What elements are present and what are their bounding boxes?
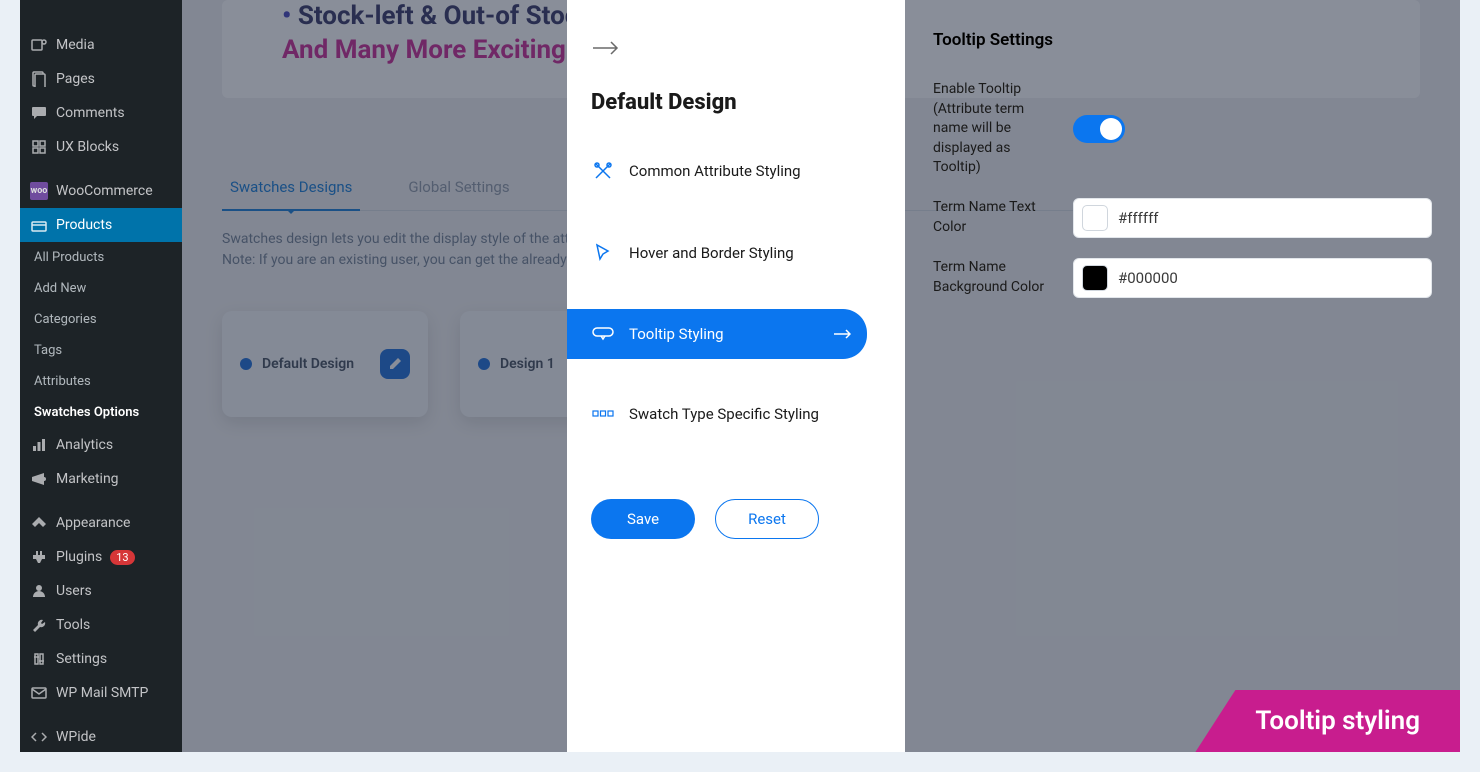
sidebar-item-wp-mail-smtp[interactable]: WP Mail SMTP (20, 676, 182, 710)
sidebar-label: Add New (34, 281, 86, 296)
plugins-count-badge: 13 (110, 550, 134, 565)
design-section-panel: Default Design Common Attribute Styling … (567, 0, 905, 752)
sidebar-label: Pages (56, 71, 95, 87)
sidebar-item-add-new[interactable]: Add New (20, 273, 182, 304)
setting-label: Enable Tooltip (Attribute term name will… (933, 80, 1053, 178)
sidebar-item-pages[interactable]: Pages (20, 62, 182, 96)
sidebar-label: Analytics (56, 437, 113, 453)
sidebar-label: UX Blocks (56, 139, 119, 155)
text-color-input[interactable] (1118, 209, 1423, 227)
sidebar-item-marketing[interactable]: Marketing (20, 462, 182, 496)
sidebar-item-tools[interactable]: Tools (20, 608, 182, 642)
cursor-icon (591, 243, 615, 263)
arrow-right-icon (591, 40, 619, 56)
sidebar-label: Media (56, 37, 95, 53)
sidebar-item-categories[interactable]: Categories (20, 304, 182, 335)
sidebar-label: WPide (56, 729, 96, 745)
section-common-attribute[interactable]: Common Attribute Styling (567, 145, 867, 197)
section-hover-border[interactable]: Hover and Border Styling (567, 227, 867, 279)
settings-icon (30, 650, 48, 668)
arrow-right-icon (833, 329, 851, 339)
sidebar-item-comments[interactable]: Comments (20, 96, 182, 130)
setting-label: Term Name Background Color (933, 258, 1053, 297)
sidebar-item-attributes[interactable]: Attributes (20, 366, 182, 397)
section-swatch-specific[interactable]: Swatch Type Specific Styling (567, 389, 867, 439)
sidebar-label: Marketing (56, 471, 119, 487)
mail-icon (30, 684, 48, 702)
sidebar-label: WooCommerce (56, 183, 153, 199)
sidebar-label: Users (56, 583, 92, 599)
code-icon (30, 728, 48, 746)
panel-title: Default Design (567, 66, 905, 145)
enable-tooltip-toggle[interactable] (1073, 115, 1125, 143)
sidebar-item-swatches-options[interactable]: Swatches Options (20, 397, 182, 428)
wp-admin-sidebar: Media Pages Comments UX Blocks woo WooCom… (20, 0, 182, 752)
section-label: Common Attribute Styling (629, 162, 801, 180)
setting-bg-color: Term Name Background Color (933, 258, 1432, 298)
media-icon (30, 36, 48, 54)
pages-icon (30, 70, 48, 88)
sidebar-label: WP Mail SMTP (56, 685, 148, 701)
tooltip-settings-panel: Tooltip Settings Enable Tooltip (Attribu… (905, 0, 1460, 752)
sidebar-label: Products (56, 217, 112, 233)
section-tooltip-styling[interactable]: Tooltip Styling (567, 309, 867, 359)
panel-title: Tooltip Settings (933, 30, 1432, 50)
appearance-icon (30, 514, 48, 532)
bg-color-input[interactable] (1118, 269, 1423, 287)
color-swatch[interactable] (1082, 205, 1108, 231)
sidebar-label: Tags (34, 343, 62, 358)
sidebar-item-woocommerce[interactable]: woo WooCommerce (20, 174, 182, 208)
section-label: Hover and Border Styling (629, 244, 794, 262)
sidebar-label: Swatches Options (34, 405, 139, 420)
sidebar-label: Tools (56, 617, 90, 633)
tools-icon (30, 616, 48, 634)
setting-text-color: Term Name Text Color (933, 198, 1432, 238)
sidebar-item-all-products[interactable]: All Products (20, 242, 182, 273)
marketing-icon (30, 470, 48, 488)
blocks-icon (30, 138, 48, 156)
users-icon (30, 582, 48, 600)
comments-icon (30, 104, 48, 122)
sidebar-item-analytics[interactable]: Analytics (20, 428, 182, 462)
products-icon (30, 216, 48, 234)
section-label: Tooltip Styling (629, 325, 724, 343)
save-button[interactable]: Save (591, 499, 695, 539)
sidebar-label: Categories (34, 312, 97, 327)
sidebar-label: Attributes (34, 374, 91, 389)
sidebar-item-appearance[interactable]: Appearance (20, 506, 182, 540)
sidebar-item-tags[interactable]: Tags (20, 335, 182, 366)
sidebar-item-products[interactable]: Products (20, 208, 182, 242)
bg-color-field[interactable] (1073, 258, 1432, 298)
setting-label: Term Name Text Color (933, 198, 1053, 237)
color-swatch[interactable] (1082, 265, 1108, 291)
setting-enable-tooltip: Enable Tooltip (Attribute term name will… (933, 80, 1432, 178)
sidebar-label: Comments (56, 105, 125, 121)
sidebar-item-plugins[interactable]: Plugins 13 (20, 540, 182, 574)
tools-crossed-icon (591, 161, 615, 181)
sidebar-label: Appearance (56, 515, 130, 531)
sidebar-item-wpide[interactable]: WPide (20, 720, 182, 752)
section-label: Swatch Type Specific Styling (629, 405, 819, 423)
sidebar-label: Plugins (56, 549, 102, 565)
plugins-icon (30, 548, 48, 566)
sidebar-item-media[interactable]: Media (20, 28, 182, 62)
text-color-field[interactable] (1073, 198, 1432, 238)
analytics-icon (30, 436, 48, 454)
swatches-icon (591, 410, 615, 418)
sidebar-item-settings[interactable]: Settings (20, 642, 182, 676)
reset-button[interactable]: Reset (715, 499, 819, 539)
sidebar-label: All Products (34, 250, 104, 265)
sidebar-label: Settings (56, 651, 107, 667)
caption-ribbon: Tooltip styling (1195, 690, 1460, 752)
woocommerce-icon: woo (30, 182, 48, 200)
back-button[interactable] (567, 30, 905, 66)
sidebar-item-users[interactable]: Users (20, 574, 182, 608)
sidebar-item-ux-blocks[interactable]: UX Blocks (20, 130, 182, 164)
tooltip-icon (591, 327, 615, 341)
toggle-knob (1100, 118, 1122, 140)
